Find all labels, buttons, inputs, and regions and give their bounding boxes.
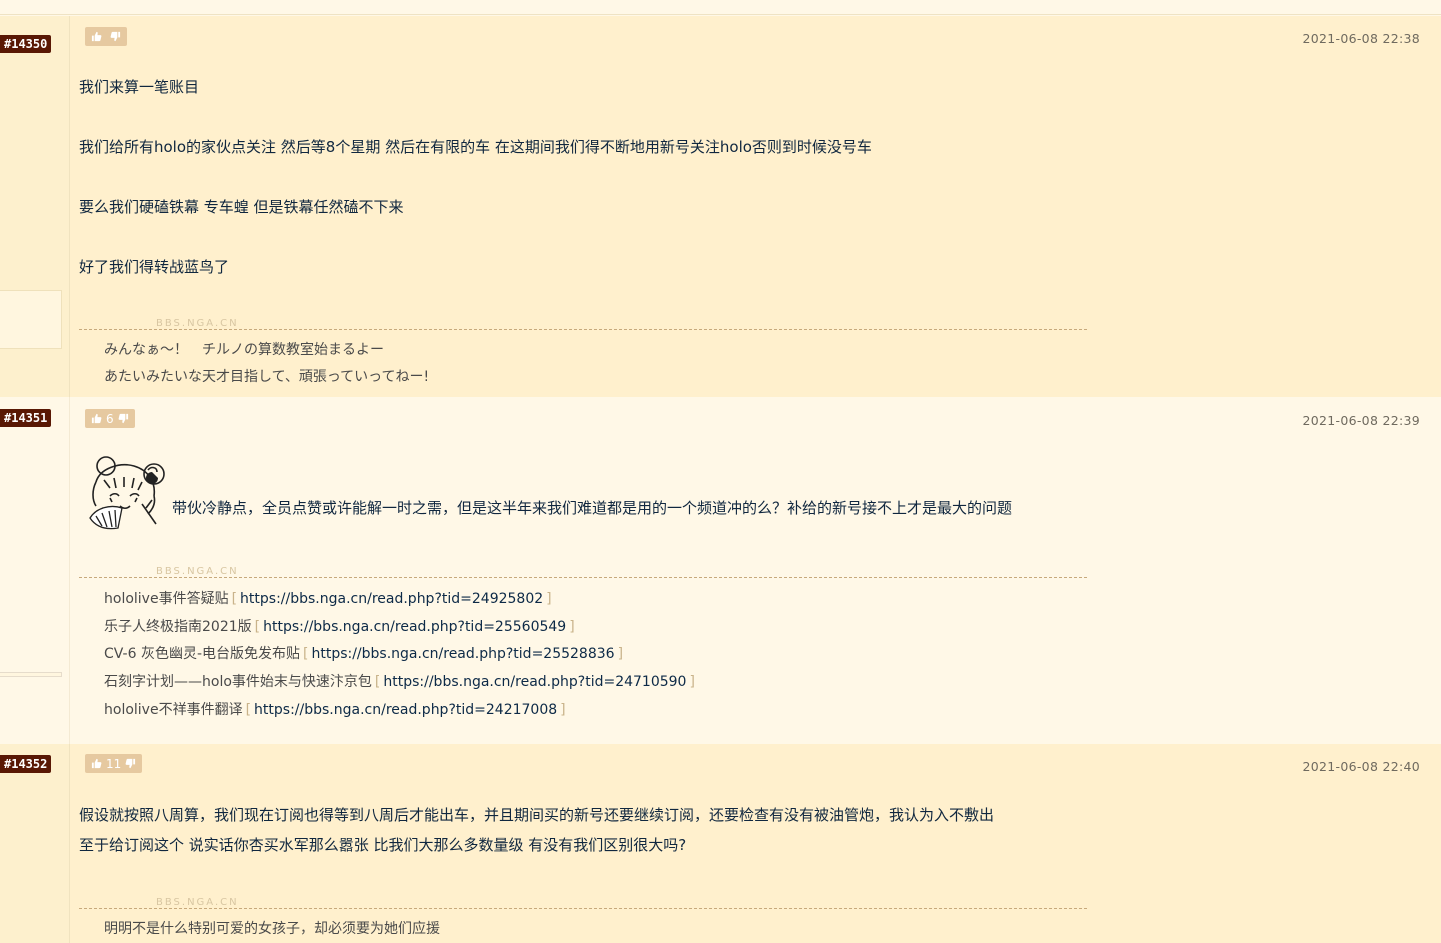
signature-link-label: 石刻字计划——holo事件始末与快速汴京包 [104,674,372,690]
bracket: ] [560,702,566,718]
user-sidebar: #14350 [0,16,70,397]
bracket: [ [374,674,381,690]
post-line: 至于给订阅这个 说实话你杏买水军那么嚣张 比我们大那么多数量级 有没有我们区别很… [79,836,687,854]
signature-link[interactable]: https://bbs.nga.cn/read.php?tid=24925802 [240,591,543,607]
floor-number[interactable]: #14352 [0,755,52,773]
post-line: 好了我们得转战蓝鸟了 [79,258,230,276]
post-line: 要么我们硬磕铁幕 专车蝗 但是铁幕任然磕不下来 [79,198,404,216]
signature-link-row[interactable]: 乐子人终极指南2021版[https://bbs.nga.cn/read.php… [104,616,578,636]
signature-link-row[interactable]: CV-6 灰色幽灵-电台版免发布贴[https://bbs.nga.cn/rea… [104,643,626,663]
bracket: ] [617,646,624,662]
user-info-box [0,672,62,677]
bracket: [ [245,702,252,718]
signature-watermark: BBS.NGA.CN [156,318,239,329]
signature-link-label: hololive不祥事件翻译 [104,702,243,718]
signature-link-label: hololive事件答疑贴 [104,591,229,607]
bracket: ] [689,674,695,690]
signature-link[interactable]: https://bbs.nga.cn/read.php?tid=25560549 [263,619,566,635]
post-line: 假设就按照八周算，我们现在订阅也得等到八周后才能出车，并且期间买的新号还要继续订… [79,806,995,824]
post-time: 2021-06-08 22:38 [1302,31,1420,46]
signature-link-row[interactable]: 石刻字计划——holo事件始末与快速汴京包[https://bbs.nga.cn… [104,671,698,691]
bracket: [ [303,646,309,662]
vote-widget: 11 [85,754,143,773]
post-body: 2021-06-08 22:38 我们来算一笔账目 我们给所有holo的家伙点关… [70,16,1441,397]
post-body: 6 2021-06-08 22:39 带伙冷静点，全员点赞或许能解一时之需，但是… [70,397,1441,744]
signature-link[interactable]: https://bbs.nga.cn/read.php?tid=25528836 [311,646,614,662]
bracket: [ [231,591,238,607]
bracket: ] [546,591,552,607]
post-line: 带伙冷静点，全员点赞或许能解一时之需，但是这半年来我们难道都是用的一个频道冲的么… [172,499,1013,517]
floor-number[interactable]: #14351 [0,409,52,427]
post-line: 我们来算一笔账目 [79,78,200,96]
user-info-box [0,290,62,349]
signature-link[interactable]: https://bbs.nga.cn/read.php?tid=24710590 [383,674,686,690]
signature-line: みんなぁ～！ チルノの算数教室始まるよー [104,342,384,358]
like-count: 11 [106,756,122,771]
thumbs-up-icon[interactable] [91,413,102,424]
post-14352: #14352 11 2021-06-08 22:40 假设就按照八周算，我们现在… [0,744,1441,943]
post-14351: #14351 6 2021-06-08 22:39 带伙冷静点，全员点赞或许能解… [0,397,1441,744]
like-count: 6 [106,411,114,426]
signature-link-label: CV-6 灰色幽灵-电台版免发布贴 [104,646,300,662]
vote-widget [85,27,127,46]
post-time: 2021-06-08 22:40 [1302,759,1420,774]
thumbs-down-icon[interactable] [125,758,136,769]
signature-divider [79,329,1087,330]
post-line: 我们给所有holo的家伙点关注 然后等8个星期 然后在有限的车 在这期间我们得不… [79,138,872,156]
signature-watermark: BBS.NGA.CN [156,897,239,908]
signature-link-row[interactable]: hololive不祥事件翻译[https://bbs.nga.cn/read.p… [104,699,569,719]
signature-line: あたいみたいな天才目指して、頑張っていってねー! [104,369,430,385]
thumbs-up-icon[interactable] [91,31,102,42]
signature-watermark: BBS.NGA.CN [156,566,239,577]
bracket: [ [254,619,261,635]
user-sidebar: #14351 [0,397,70,744]
thumbs-up-icon[interactable] [91,758,102,769]
top-separator [0,0,1441,15]
signature-divider [79,908,1087,909]
post-14350: #14350 2021-06-08 22:38 我们来算一笔账目 我们给所有ho… [0,16,1441,397]
signature-link[interactable]: https://bbs.nga.cn/read.php?tid=24217008 [254,702,557,718]
vote-widget: 6 [85,409,135,428]
reaction-sticker [82,452,170,536]
sticker-girl-icon [89,456,165,530]
signature-link-label: 乐子人终极指南2021版 [104,619,252,635]
user-sidebar: #14352 [0,744,70,943]
thumbs-down-icon[interactable] [110,31,121,42]
post-time: 2021-06-08 22:39 [1302,413,1420,428]
post-body: 11 2021-06-08 22:40 假设就按照八周算，我们现在订阅也得等到八… [70,744,1441,943]
signature-line: 明明不是什么特别可爱的女孩子，却必须要为她们应援 [104,921,440,937]
bracket: ] [569,619,575,635]
signature-divider [79,577,1087,578]
signature-link-row[interactable]: hololive事件答疑贴[https://bbs.nga.cn/read.ph… [104,588,555,608]
thumbs-down-icon[interactable] [118,413,129,424]
floor-number[interactable]: #14350 [0,35,52,53]
